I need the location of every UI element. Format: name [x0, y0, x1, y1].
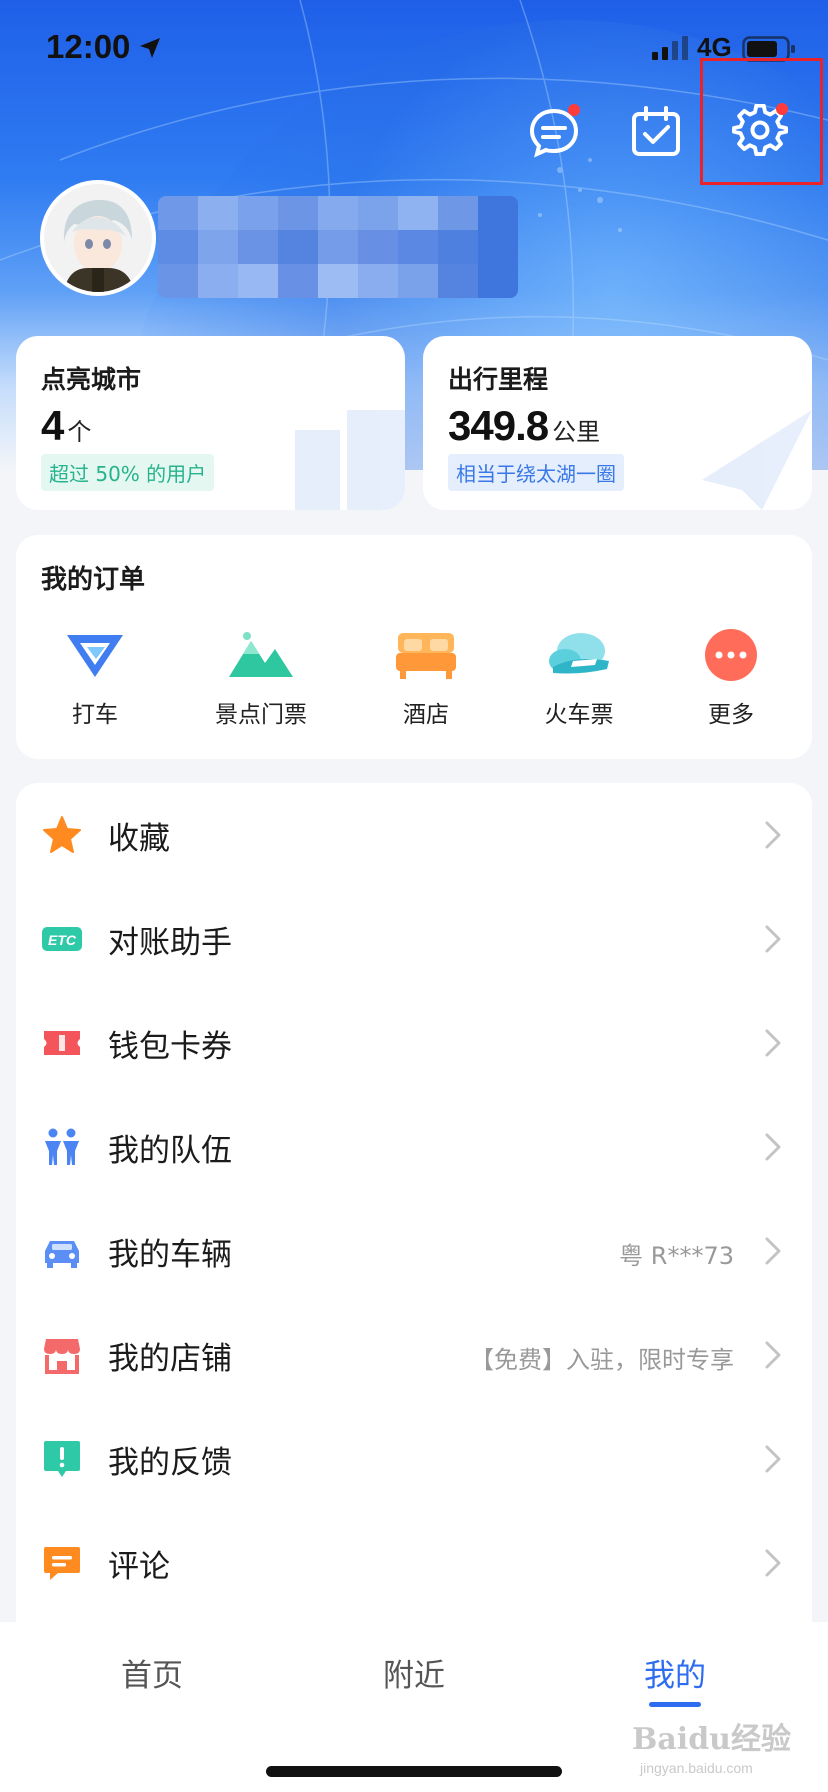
lit-cities-tag: 超过 50% 的用户 [41, 454, 215, 491]
chevron-right-icon [765, 925, 781, 953]
menu-item-reconciliation[interactable]: ETC 对账助手 [16, 887, 812, 991]
active-tab-indicator [649, 1702, 701, 1707]
chevron-right-icon [765, 1549, 781, 1577]
travel-mileage-tag: 相当于绕太湖一圈 [448, 454, 624, 491]
tab-nearby[interactable]: 附近 [329, 1650, 499, 1695]
cellular-signal-icon [652, 36, 688, 60]
order-more[interactable]: 更多 [666, 627, 796, 729]
menu-item-my-store[interactable]: 我的店铺 【免费】入驻，限时专享 [16, 1303, 812, 1407]
order-train-tickets[interactable]: 火车票 [514, 627, 644, 729]
bottom-tab-bar: 首页 附近 我的 Baidu经验 jingyan.baidu.com [0, 1622, 828, 1792]
tab-mine[interactable]: 我的 [590, 1650, 760, 1695]
menu-item-wallet-coupons[interactable]: 钱包卡券 [16, 991, 812, 1095]
svg-text:ETC: ETC [48, 932, 77, 948]
tab-home[interactable]: 首页 [67, 1650, 237, 1695]
train-icon [549, 633, 609, 674]
chevron-right-icon [765, 1237, 781, 1265]
menu-item-my-team[interactable]: 我的队伍 [16, 1095, 812, 1199]
my-orders-title: 我的订单 [41, 565, 146, 595]
my-orders-card: 我的订单 打车 景点门票 酒店 火车票 更多 [16, 535, 812, 759]
location-arrow-icon [140, 38, 160, 58]
settings-highlight-box [700, 58, 823, 185]
lit-cities-title: 点亮城市 [41, 365, 142, 394]
taxi-icon [67, 635, 123, 677]
lit-cities-card[interactable]: 点亮城市 4个 超过 50% 的用户 [16, 336, 405, 510]
travel-mileage-card[interactable]: 出行里程 349.8 公里 相当于绕太湖一圈 [423, 336, 812, 510]
menu-item-label: 我的反馈 [108, 1445, 232, 1481]
home-indicator [266, 1766, 562, 1777]
etc-icon: ETC [42, 927, 82, 951]
vehicle-plate: 粤 R***73 [619, 1242, 734, 1270]
store-icon [44, 1339, 80, 1374]
order-attraction-label: 景点门票 [215, 702, 307, 728]
mountain-icon [229, 632, 293, 677]
menu-item-label: 收藏 [108, 821, 170, 857]
menu-item-label: 我的车辆 [108, 1237, 232, 1273]
menu-item-favorites[interactable]: 收藏 [16, 783, 812, 887]
buildings-decoration-icon [295, 410, 405, 510]
message-badge [568, 104, 580, 116]
ticket-icon [44, 1031, 80, 1055]
menu-item-label: 我的店铺 [108, 1341, 232, 1377]
menu-item-label: 评论 [108, 1549, 170, 1585]
lit-cities-unit: 个 [67, 418, 92, 446]
menu-item-comments[interactable]: 评论 [16, 1511, 812, 1615]
car-icon [45, 1241, 79, 1268]
status-time: 12:00 [46, 28, 131, 65]
menu-item-my-vehicle[interactable]: 我的车辆 粤 R***73 [16, 1199, 812, 1303]
more-icon [705, 629, 757, 681]
order-train-label: 火车票 [544, 702, 614, 728]
order-more-label: 更多 [708, 702, 754, 728]
order-taxi-label: 打车 [72, 702, 118, 728]
comment-icon [44, 1547, 80, 1580]
feedback-icon [44, 1441, 80, 1477]
chevron-right-icon [765, 1133, 781, 1161]
lit-cities-number: 4 [41, 402, 64, 449]
chevron-right-icon [765, 1445, 781, 1473]
menu-item-label: 钱包卡券 [108, 1029, 232, 1065]
chevron-right-icon [765, 1341, 781, 1369]
order-hotel-label: 酒店 [403, 702, 449, 728]
bed-icon [396, 633, 456, 679]
menu-item-label: 对账助手 [108, 925, 232, 961]
travel-mileage-value: 349.8 公里 [448, 402, 600, 450]
team-icon [45, 1128, 79, 1165]
store-promo: 【免费】入驻，限时专享 [470, 1346, 734, 1374]
avatar[interactable] [40, 180, 156, 296]
travel-mileage-unit: 公里 [552, 418, 601, 446]
baidu-watermark-url: jingyan.baidu.com [640, 1760, 753, 1776]
travel-mileage-number: 349.8 [448, 402, 549, 449]
star-icon [43, 816, 81, 853]
chevron-right-icon [765, 821, 781, 849]
order-hotel[interactable]: 酒店 [361, 627, 491, 729]
menu-list: 收藏 ETC 对账助手 钱包卡券 我的队伍 我的车辆 粤 R***73 我的店铺… [16, 783, 812, 1643]
chevron-right-icon [765, 1029, 781, 1057]
checkin-calendar-icon[interactable] [628, 104, 684, 160]
menu-item-my-feedback[interactable]: 我的反馈 [16, 1407, 812, 1511]
order-attraction-tickets[interactable]: 景点门票 [196, 627, 326, 729]
order-taxi[interactable]: 打车 [30, 627, 160, 729]
lit-cities-value: 4个 [41, 402, 91, 450]
baidu-watermark: Baidu经验 [632, 1722, 791, 1757]
paper-plane-decoration-icon [702, 410, 812, 510]
avatar-image [44, 184, 152, 292]
username-redacted [158, 196, 518, 298]
menu-item-label: 我的队伍 [108, 1133, 232, 1169]
travel-mileage-title: 出行里程 [448, 365, 549, 394]
